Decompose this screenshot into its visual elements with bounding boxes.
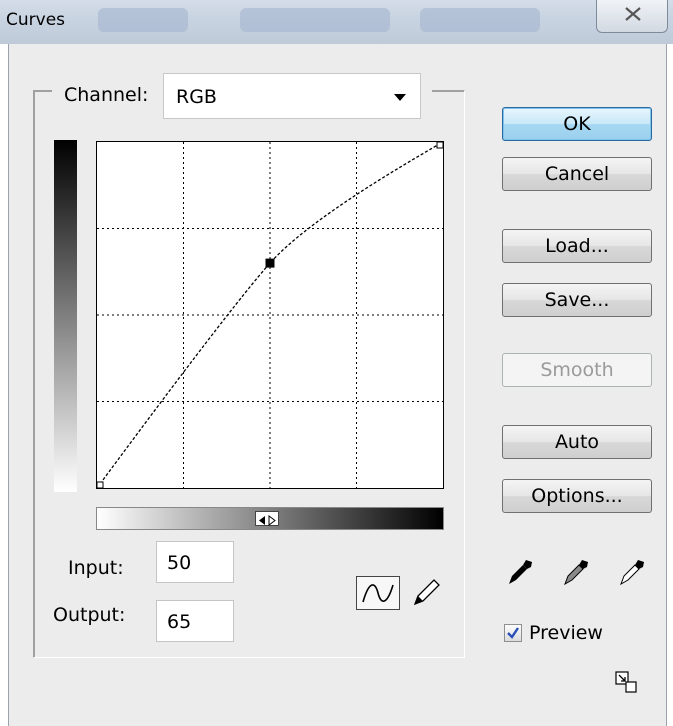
output-gradient-bar xyxy=(54,140,77,492)
channel-label: Channel: xyxy=(64,84,149,106)
auto-button[interactable]: Auto xyxy=(502,425,652,459)
channel-select[interactable]: RGB xyxy=(163,73,421,119)
close-button[interactable] xyxy=(596,0,668,33)
cancel-button[interactable]: Cancel xyxy=(502,157,652,191)
save-button[interactable]: Save... xyxy=(502,283,652,317)
input-label: Input: xyxy=(68,557,124,579)
pencil-icon xyxy=(413,579,440,606)
gradient-toggle-button[interactable] xyxy=(255,511,279,526)
options-button[interactable]: Options... xyxy=(502,479,652,513)
output-label: Output: xyxy=(53,604,126,626)
curve-graph[interactable] xyxy=(96,141,444,489)
expand-button[interactable] xyxy=(614,670,638,694)
eyedropper-black-icon xyxy=(509,560,532,584)
expand-icon xyxy=(615,671,637,693)
curve-tool-button[interactable] xyxy=(356,576,400,610)
window-title: Curves xyxy=(6,10,66,30)
preview-label[interactable]: Preview xyxy=(529,622,603,644)
load-button[interactable]: Load... xyxy=(502,229,652,263)
curve-endpoint-start[interactable] xyxy=(96,481,104,489)
gray-eyedropper-button[interactable] xyxy=(561,556,591,588)
white-eyedropper-button[interactable] xyxy=(617,556,647,588)
ok-button[interactable]: OK xyxy=(502,107,652,141)
title-bar: Curves xyxy=(0,0,673,44)
pencil-tool-button[interactable] xyxy=(408,574,442,610)
input-field[interactable]: 50 xyxy=(156,541,234,583)
curve-svg[interactable] xyxy=(96,141,444,489)
curve-endpoint-end[interactable] xyxy=(436,141,444,149)
arrows-left-right-icon xyxy=(259,515,276,526)
eyedropper-gray-icon xyxy=(564,560,588,586)
channel-select-value: RGB xyxy=(176,86,217,108)
background-blur xyxy=(98,8,188,32)
output-field[interactable]: 65 xyxy=(156,600,234,642)
checkmark-icon xyxy=(507,627,519,639)
input-value: 50 xyxy=(167,552,192,574)
input-gradient-bar xyxy=(96,507,444,530)
smooth-button: Smooth xyxy=(502,353,652,387)
preview-checkbox[interactable] xyxy=(504,624,522,642)
chevron-down-icon xyxy=(394,94,406,101)
background-blur xyxy=(420,8,540,32)
curve-control-point[interactable] xyxy=(265,258,275,268)
curve-tool-icon xyxy=(362,584,394,603)
close-icon xyxy=(625,7,641,21)
background-blur xyxy=(240,8,390,32)
black-eyedropper-button[interactable] xyxy=(505,556,535,588)
output-value: 65 xyxy=(167,611,192,633)
eyedropper-white-icon xyxy=(620,560,644,586)
